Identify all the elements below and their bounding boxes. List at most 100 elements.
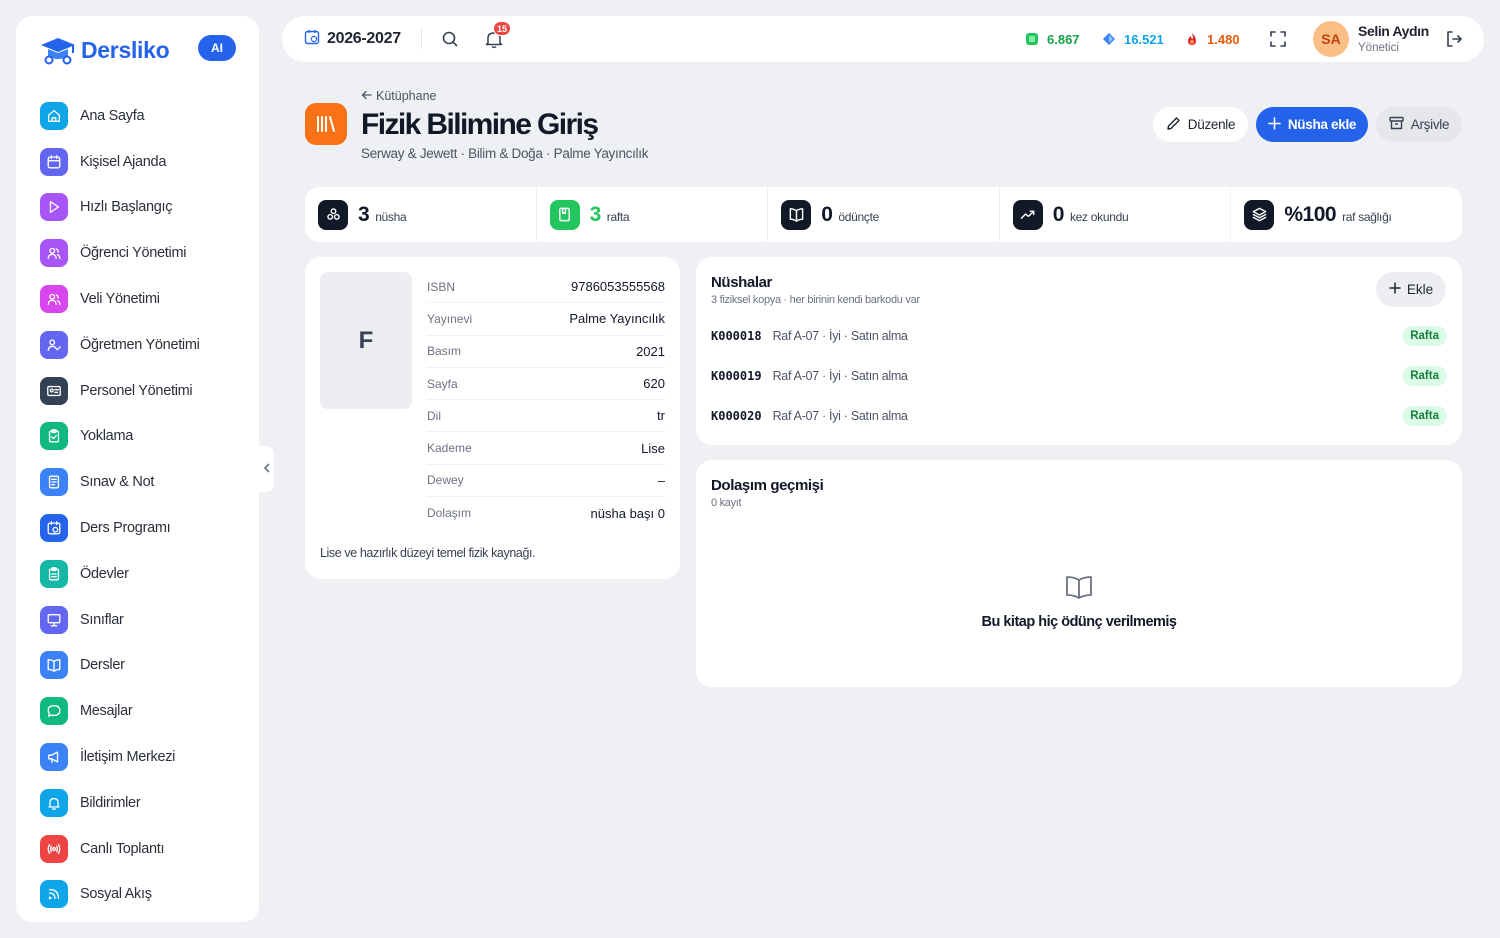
- meta-value: 2021: [636, 343, 665, 359]
- copy-row[interactable]: K000020 Raf A-07 · İyi · Satın alma Rafta: [711, 404, 1447, 428]
- streak-value: 1.480: [1207, 31, 1240, 47]
- clipboard-list-icon: [40, 559, 68, 588]
- sidebar-item-12[interactable]: Sınıflar: [40, 597, 245, 643]
- history-title: Dolaşım geçmişi: [711, 477, 824, 494]
- home-icon: [40, 101, 68, 130]
- rss-icon: [40, 880, 68, 909]
- sidebar-item-label: Öğrenci Yönetimi: [80, 245, 187, 262]
- sidebar-item-2[interactable]: Kişisel Ajanda: [40, 139, 245, 185]
- logout-icon[interactable]: [1444, 29, 1464, 49]
- sidebar-collapse-button[interactable]: [259, 446, 274, 492]
- meta-key: Yayınevi: [427, 311, 473, 326]
- sidebar-item-15[interactable]: İletişim Merkezi: [40, 734, 245, 780]
- emerald-gem-icon: [1025, 32, 1039, 46]
- sidebar-item-label: Veli Yönetimi: [80, 291, 160, 308]
- ai-badge[interactable]: AI: [198, 35, 236, 61]
- sidebar-item-label: Hızlı Başlangıç: [80, 199, 173, 216]
- sidebar-item-13[interactable]: Dersler: [40, 643, 245, 689]
- meta-key: ISBN: [427, 279, 456, 294]
- copy-barcode: K000018: [711, 329, 762, 343]
- book-meta-table: ISBN 9786053555568 Yayınevi Palme Yayıncılı…: [427, 271, 665, 529]
- sidebar-item-1[interactable]: Ana Sayfa: [40, 93, 245, 139]
- sidebar-item-14[interactable]: Mesajlar: [40, 688, 245, 734]
- plus-icon: [1268, 116, 1281, 133]
- sidebar-item-label: İletişim Merkezi: [80, 749, 176, 766]
- sidebar-item-10[interactable]: Ders Programı: [40, 505, 245, 551]
- broadcast-icon: [40, 834, 68, 863]
- sidebar-item-8[interactable]: Yoklama: [40, 414, 245, 460]
- topbar: 2026-2027 15 6.867 16.521 1.480 SA Selin…: [282, 16, 1484, 62]
- history-subtitle: 0 kayıt: [711, 497, 742, 509]
- library-books-icon: [305, 103, 347, 145]
- stat-rafta: 3 rafta: [537, 187, 769, 242]
- diamond-balance[interactable]: 16.521: [1102, 16, 1164, 62]
- sidebar-item-4[interactable]: Öğrenci Yönetimi: [40, 230, 245, 276]
- sidebar-item-17[interactable]: Canlı Toplantı: [40, 826, 245, 872]
- avatar[interactable]: SA: [1313, 21, 1349, 57]
- divider: [421, 29, 422, 49]
- sidebar-item-9[interactable]: Sınav & Not: [40, 459, 245, 505]
- copy-row[interactable]: K000018 Raf A-07 · İyi · Satın alma Rafta: [711, 324, 1447, 348]
- add-copy-small-button[interactable]: Ekle: [1376, 272, 1446, 307]
- copies-subtitle: 3 fiziksel kopya · her birinin kendi bar…: [711, 294, 920, 306]
- calendar-icon: [40, 147, 68, 176]
- fullscreen-icon[interactable]: [1268, 29, 1288, 49]
- academic-year-selector[interactable]: 2026-2027: [304, 16, 401, 62]
- sidebar-item-label: Yoklama: [80, 428, 133, 445]
- search-icon[interactable]: [440, 29, 460, 49]
- edit-button[interactable]: Düzenle: [1153, 107, 1248, 142]
- sidebar-item-3[interactable]: Hızlı Başlangıç: [40, 185, 245, 231]
- status-badge: Rafta: [1402, 366, 1447, 386]
- page-title: Fizik Bilimine Giriş: [361, 108, 599, 141]
- megaphone-icon: [40, 743, 68, 772]
- bell-icon: [40, 788, 68, 817]
- plus-icon: [1389, 282, 1401, 297]
- sidebar-item-7[interactable]: Personel Yönetimi: [40, 368, 245, 414]
- sidebar: Dersliko AI Ana Sayfa Kişisel Ajanda Hızlı…: [16, 16, 259, 922]
- sidebar-item-label: Ders Programı: [80, 520, 171, 537]
- copy-details: Raf A-07 · İyi · Satın alma: [772, 409, 908, 423]
- presentation-icon: [40, 605, 68, 634]
- meta-row: Yayınevi Palme Yayıncılık: [427, 303, 665, 336]
- brand-name: Dersliko: [81, 36, 170, 63]
- sidebar-item-5[interactable]: Veli Yönetimi: [40, 276, 245, 322]
- message-icon: [40, 697, 68, 726]
- calendar-clock-icon: [304, 29, 320, 50]
- empty-history-text: Bu kitap hiç ödünç verilmemiş: [981, 614, 1178, 630]
- clipboard-check-icon: [40, 422, 68, 451]
- meta-value: Lise: [641, 440, 665, 456]
- stat-label: nüsha: [375, 209, 407, 224]
- archive-button[interactable]: Arşivle: [1376, 107, 1462, 142]
- meta-key: Dewey: [427, 473, 464, 488]
- edit-button-label: Düzenle: [1187, 117, 1236, 132]
- back-to-library-link[interactable]: Kütüphane: [361, 89, 436, 103]
- book-open-icon: [781, 199, 812, 230]
- sidebar-item-label: Mesajlar: [80, 703, 133, 720]
- copy-details: Raf A-07 · İyi · Satın alma: [772, 369, 908, 383]
- emerald-balance[interactable]: 6.867: [1025, 16, 1080, 62]
- brand[interactable]: Dersliko: [38, 30, 170, 70]
- meta-value: 620: [643, 376, 665, 392]
- copy-row[interactable]: K000019 Raf A-07 · İyi · Satın alma Rafta: [711, 364, 1447, 388]
- archive-icon: [1389, 116, 1404, 133]
- meta-value: nüsha başı 0: [590, 505, 665, 521]
- meta-row: ISBN 9786053555568: [427, 271, 665, 304]
- stat-raf-sağlığı: %100 raf sağlığı: [1231, 187, 1462, 242]
- users-icon: [40, 285, 68, 314]
- archive-button-label: Arşivle: [1410, 117, 1450, 132]
- meta-value: 9786053555568: [571, 279, 665, 295]
- sidebar-item-18[interactable]: Sosyal Akış: [40, 872, 245, 918]
- sidebar-item-label: Kişisel Ajanda: [80, 153, 167, 170]
- sidebar-item-11[interactable]: Ödevler: [40, 551, 245, 597]
- layers-icon: [1244, 199, 1275, 230]
- stat-value: 0: [821, 202, 833, 226]
- meta-key: Sayfa: [427, 376, 458, 391]
- sidebar-item-16[interactable]: Bildirimler: [40, 780, 245, 826]
- meta-value: tr: [657, 408, 665, 424]
- meta-row: Dolaşım nüsha başı 0: [427, 497, 665, 529]
- back-link-label: Kütüphane: [376, 89, 437, 103]
- streak-balance[interactable]: 1.480: [1185, 16, 1240, 62]
- sidebar-item-6[interactable]: Öğretmen Yönetimi: [40, 322, 245, 368]
- user-name[interactable]: Selin Aydın: [1358, 23, 1429, 39]
- add-copy-button[interactable]: Nüsha ekle: [1256, 107, 1368, 142]
